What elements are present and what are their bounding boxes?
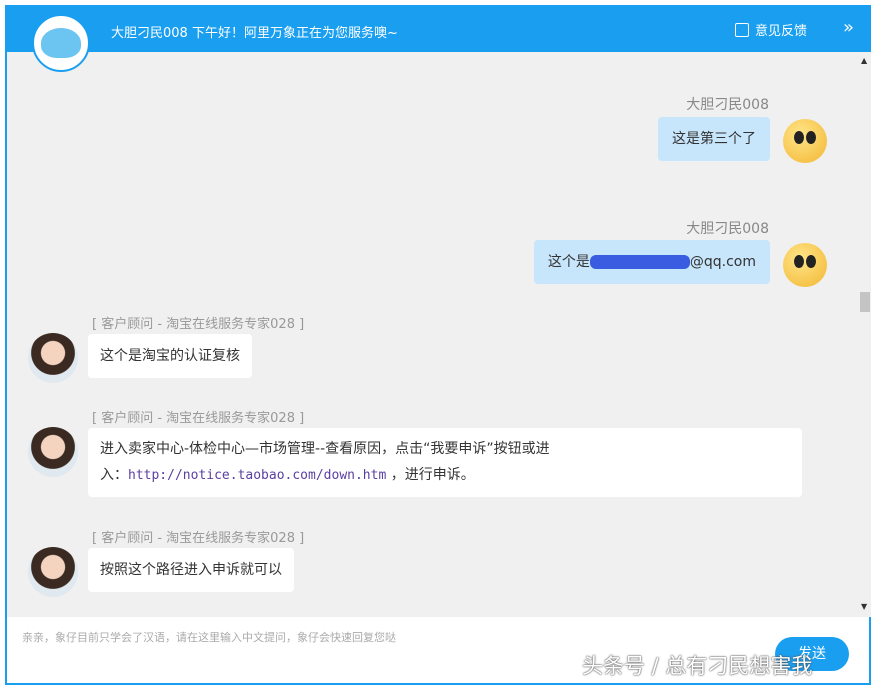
feedback-label: 意见反馈 — [755, 20, 807, 39]
appeal-link[interactable]: http://notice.taobao.com/down.htm — [128, 468, 386, 483]
agent-label: [ 客户顾问 - 淘宝在线服务专家028 ] — [92, 313, 304, 332]
message-bubble: 进入卖家中心-体检中心—市场管理--查看原因，点击“我要申诉”按钮或进 入：ht… — [88, 428, 802, 497]
scrollbar-thumb[interactable] — [860, 292, 870, 312]
input-placeholder: 亲亲，象仔目前只学会了汉语，请在这里输入中文提问，象仔会快速回复您哒 — [22, 629, 396, 645]
message-text: 入： — [100, 467, 128, 483]
scroll-up-icon[interactable]: ▲ — [861, 56, 867, 65]
message-text: 这个是 — [548, 254, 590, 270]
sender-name: 大胆刁民008 — [686, 94, 769, 114]
scrollbar[interactable]: ▲ ▼ — [859, 52, 871, 617]
header: 大胆刁民008 下午好！阿里万象正在为您服务噢~ 意见反馈 » — [5, 5, 871, 52]
message-bubble: 按照这个路径进入申诉就可以 — [88, 548, 294, 592]
agent-avatar — [28, 547, 78, 597]
watermark: 头条号 / 总有刁民想害我 — [582, 650, 812, 680]
agent-avatar — [28, 333, 78, 383]
message-text: ，进行申诉。 — [391, 467, 475, 483]
message-bubble: 这个是 @qq.com — [534, 240, 770, 284]
message-text: @qq.com — [690, 254, 756, 270]
header-title: 大胆刁民008 下午好！阿里万象正在为您服务噢~ — [111, 22, 398, 41]
agent-label: [ 客户顾问 - 淘宝在线服务专家028 ] — [92, 527, 304, 546]
user-avatar — [783, 243, 827, 287]
user-avatar — [783, 119, 827, 163]
message-list: 大胆刁民008 这是第三个了 大胆刁民008 这个是 @qq.com [ 客户顾问… — [7, 52, 859, 617]
elephant-logo — [32, 14, 90, 72]
message-bubble: 这个是淘宝的认证复核 — [88, 334, 252, 378]
agent-label: [ 客户顾问 - 淘宝在线服务专家028 ] — [92, 407, 304, 426]
edit-icon — [735, 23, 749, 37]
collapse-icon[interactable]: » — [843, 17, 854, 38]
feedback-button[interactable]: 意见反馈 — [735, 20, 807, 39]
agent-avatar — [28, 427, 78, 477]
message-text: 进入卖家中心-体检中心—市场管理--查看原因，点击“我要申诉”按钮或进 — [100, 436, 790, 462]
message-bubble: 这是第三个了 — [658, 117, 770, 161]
scroll-down-icon[interactable]: ▼ — [861, 602, 867, 611]
redacted-email — [590, 255, 690, 269]
sender-name: 大胆刁民008 — [686, 218, 769, 238]
